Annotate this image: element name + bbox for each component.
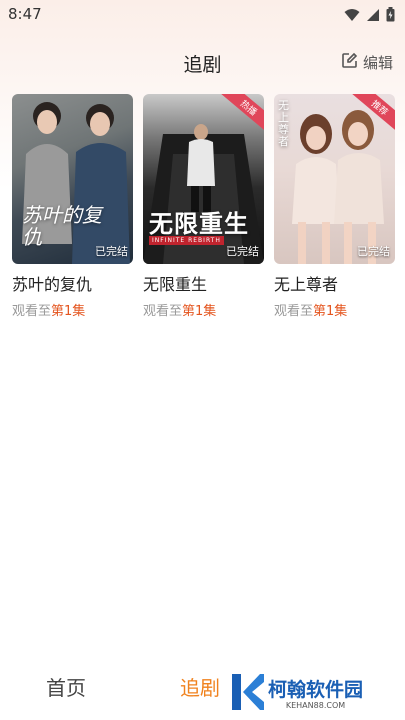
- edit-label: 编辑: [362, 54, 393, 72]
- watch-prefix: 观看至: [12, 304, 52, 319]
- poster-figures: [292, 110, 384, 264]
- poster-title-text: 苏叶的复仇: [22, 203, 102, 249]
- drama-title: 苏叶的复仇: [12, 275, 93, 294]
- poster-title-text: 无限重生: [149, 209, 249, 238]
- bottom-nav: 首页 追剧 柯翰软件园 KEHAN88.COM: [0, 660, 405, 720]
- watch-episode: 第1集: [51, 304, 86, 319]
- watermark-text-block: 柯翰软件园 KEHAN88.COM: [268, 679, 363, 710]
- watch-episode: 第1集: [313, 304, 348, 319]
- drama-grid: 苏叶的复仇 已完结 苏叶的复仇 观看至第1集 无限重生 INFINITE REB…: [12, 94, 395, 321]
- watch-progress: 观看至第1集: [274, 303, 395, 321]
- edit-icon: [341, 52, 358, 73]
- watermark-logo-icon: [228, 672, 264, 716]
- status-badge: 已完结: [226, 245, 259, 258]
- watch-progress: 观看至第1集: [143, 303, 264, 321]
- poster-title-text: 无上尊者: [278, 99, 289, 148]
- watermark-text: 柯翰软件园: [268, 678, 364, 701]
- header: 追剧 编辑: [0, 42, 405, 82]
- drama-card[interactable]: 苏叶的复仇 已完结 苏叶的复仇 观看至第1集: [12, 94, 133, 321]
- nav-drama[interactable]: 追剧: [180, 672, 220, 701]
- nav-home[interactable]: 首页: [46, 672, 86, 701]
- wifi-icon: [344, 8, 360, 22]
- drama-card[interactable]: 无上尊者 推荐 已完结 无上尊者 观看至第1集: [274, 94, 395, 321]
- status-badge: 已完结: [95, 245, 128, 258]
- drama-poster: 无上尊者 推荐 已完结: [274, 94, 395, 264]
- drama-poster: 苏叶的复仇 已完结: [12, 94, 133, 264]
- watch-prefix: 观看至: [274, 304, 314, 319]
- watch-progress: 观看至第1集: [12, 303, 133, 321]
- battery-icon: [386, 7, 395, 22]
- drama-card[interactable]: 无限重生 INFINITE REBIRTH 热播 已完结 无限重生 观看至第1集: [143, 94, 264, 321]
- drama-title: 无限重生: [143, 275, 208, 294]
- status-badge: 已完结: [357, 245, 390, 258]
- watermark: 柯翰软件园 KEHAN88.COM: [228, 672, 363, 716]
- status-icons: [344, 7, 395, 22]
- watch-prefix: 观看至: [143, 304, 183, 319]
- watermark-sub: KEHAN88.COM: [285, 700, 346, 710]
- drama-title: 无上尊者: [274, 275, 339, 294]
- status-time: 8:47: [8, 5, 42, 23]
- status-bar: 8:47: [0, 0, 405, 28]
- signal-icon: [366, 8, 380, 22]
- watch-episode: 第1集: [182, 304, 217, 319]
- drama-poster: 无限重生 INFINITE REBIRTH 热播 已完结: [143, 94, 264, 264]
- edit-button[interactable]: 编辑: [341, 52, 393, 73]
- poster-subtitle-text: INFINITE REBIRTH: [149, 236, 224, 245]
